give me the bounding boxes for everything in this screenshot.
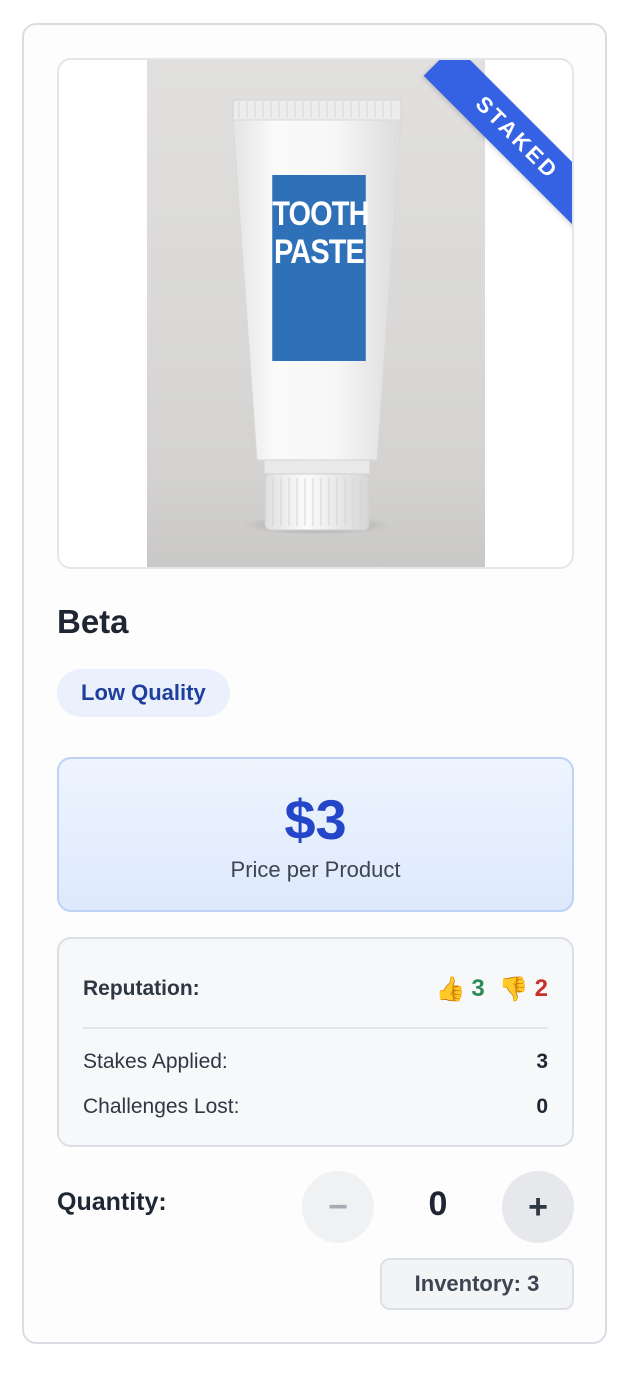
thumbs-up-count: 3 [471,975,485,1002]
price-value: $3 [284,788,347,851]
product-name: Beta [57,603,129,640]
stakes-applied-value: 3 [536,1050,548,1073]
quantity-value: 0 [428,1185,448,1223]
reputation-votes: 👍 3 👎 2 [436,975,549,1004]
thumbs-down-icon: 👎 [498,975,529,1003]
staked-ribbon-wrap: STAKED [392,60,572,240]
reputation-label: Reputation: [83,977,200,1000]
price-caption: Price per Product [230,857,401,882]
reputation-row: Reputation: 👍 3 👎 2 [83,969,548,1009]
product-card: TOOTH PASTE STAKED Beta Low Quality $3 P… [22,23,607,1344]
stakes-applied-label: Stakes Applied: [83,1050,228,1073]
inventory-badge: Inventory: 3 [380,1258,574,1310]
challenges-lost-row: Challenges Lost: 0 [83,1092,548,1122]
price-box: $3 Price per Product [57,757,574,912]
tube-label-line2: PASTE [274,233,365,271]
thumbs-down-count: 2 [534,975,548,1002]
tube-label: TOOTH PASTE [272,175,369,361]
stakes-applied-row: Stakes Applied: 3 [83,1047,548,1077]
product-image-frame: TOOTH PASTE STAKED [57,58,574,569]
challenges-lost-label: Challenges Lost: [83,1095,240,1118]
thumbs-up-vote: 👍 3 [436,975,485,1004]
stats-divider [83,1027,548,1029]
quality-badge: Low Quality [57,669,230,717]
thumbs-up-icon: 👍 [435,975,466,1003]
quantity-decrement-button[interactable]: − [302,1171,374,1243]
quantity-increment-button[interactable]: + [502,1171,574,1243]
stats-box: Reputation: 👍 3 👎 2 Stakes Applied: 3 Ch… [57,937,574,1147]
challenges-lost-value: 0 [536,1095,548,1118]
staked-ribbon: STAKED [423,60,572,232]
thumbs-down-vote: 👎 2 [499,975,548,1004]
tube-label-line1: TOOTH [272,195,369,233]
quantity-label: Quantity: [57,1188,167,1216]
